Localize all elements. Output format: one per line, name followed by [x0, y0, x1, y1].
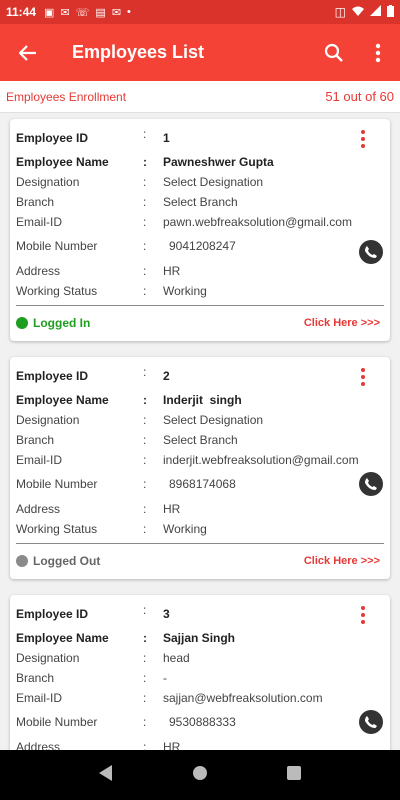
- arrow-back-icon: [19, 44, 36, 61]
- mobile-row: Mobile Number : 9530888333: [16, 715, 384, 729]
- mobile-value: 8968174068: [169, 477, 236, 491]
- branch-value: Select Branch: [163, 433, 238, 447]
- employee-name-value: Pawneshwer Gupta: [163, 155, 274, 169]
- employee-id-row: Employee ID : 1: [16, 127, 384, 145]
- phone-icon: [365, 716, 377, 728]
- nav-home-button[interactable]: [192, 765, 208, 786]
- nav-back-button[interactable]: [99, 764, 113, 786]
- click-here-link[interactable]: Click Here >>>: [304, 317, 380, 329]
- dot-icon: •: [127, 5, 131, 18]
- call-button[interactable]: [359, 710, 383, 734]
- phone-icon: [365, 246, 377, 258]
- email-value: pawn.webfreaksolution@gmail.com: [163, 215, 352, 229]
- nav-recents-button[interactable]: [286, 765, 301, 785]
- card-menu-button[interactable]: [356, 605, 370, 625]
- address-value: HR: [163, 502, 181, 516]
- vibrate-icon: ◫: [334, 5, 346, 19]
- status-dot-icon: [16, 555, 28, 567]
- enrollment-count: 51 out of 60: [325, 89, 394, 104]
- messenger-icon: ✉: [60, 6, 70, 19]
- mail-icon: ✉: [111, 6, 122, 19]
- employee-list: Employee ID : 1 Employee Name : Pawneshw…: [0, 113, 400, 750]
- working-status-value: Working: [163, 284, 207, 298]
- working-status-row: Working Status : Working: [16, 522, 384, 536]
- address-row: Address : HR: [16, 502, 384, 516]
- call-button[interactable]: [359, 472, 383, 496]
- employee-id-value: 2: [163, 369, 170, 383]
- employee-card[interactable]: Employee ID : 2 Employee Name : Inderjit…: [10, 357, 390, 579]
- employee-id-value: 1: [163, 131, 170, 145]
- sim-icon: ▤: [95, 6, 106, 19]
- status-bar: 11:44 ▣ ✉ ☏ ▤ ✉ • ◫: [0, 0, 400, 24]
- branch-value: Select Branch: [163, 195, 238, 209]
- home-circle-icon: [192, 765, 207, 780]
- employee-id-value: 3: [163, 607, 170, 621]
- enrollment-bar: Employees Enrollment 51 out of 60: [0, 81, 400, 113]
- back-triangle-icon: [99, 764, 113, 781]
- whatsapp-icon: ☏: [75, 6, 90, 19]
- card-menu-button[interactable]: [356, 367, 370, 387]
- designation-value: head: [163, 651, 190, 665]
- email-row: Email-ID : pawn.webfreaksolution@gmail.c…: [16, 215, 384, 229]
- employee-name-value: Sajjan Singh: [163, 631, 236, 645]
- search-icon: [324, 43, 343, 62]
- battery-icon: [387, 4, 394, 20]
- login-status: Logged In: [16, 316, 90, 330]
- more-vert-icon: [375, 43, 381, 62]
- branch-row: Branch : Select Branch: [16, 433, 384, 447]
- address-value: HR: [163, 740, 181, 750]
- signal-icon: [370, 5, 381, 19]
- branch-value: -: [163, 671, 167, 685]
- email-value: sajjan@webfreaksolution.com: [163, 691, 323, 705]
- mobile-value: 9530888333: [169, 715, 236, 729]
- click-here-link[interactable]: Click Here >>>: [304, 555, 380, 567]
- mobile-value: 9041208247: [169, 239, 236, 253]
- designation-row: Designation : head: [16, 651, 384, 665]
- email-value: inderjit.webfreaksolution@gmail.com: [163, 453, 359, 467]
- phone-icon: [365, 478, 377, 490]
- employee-name-row: Employee Name : Inderjit singh: [16, 393, 384, 407]
- email-row: Email-ID : sajjan@webfreaksolution.com: [16, 691, 384, 705]
- designation-row: Designation : Select Designation: [16, 175, 384, 189]
- call-button[interactable]: [359, 240, 383, 264]
- branch-row: Branch : Select Branch: [16, 195, 384, 209]
- designation-value: Select Designation: [163, 175, 264, 189]
- email-row: Email-ID : inderjit.webfreaksolution@gma…: [16, 453, 384, 467]
- branch-row: Branch : -: [16, 671, 384, 685]
- wifi-icon: [352, 5, 364, 19]
- status-time: 11:44: [6, 5, 37, 19]
- employee-name-value: Inderjit singh: [163, 393, 242, 407]
- working-status-row: Working Status : Working: [16, 284, 384, 298]
- address-value: HR: [163, 264, 181, 278]
- page-title: Employees List: [72, 42, 205, 62]
- mobile-row: Mobile Number : 8968174068: [16, 477, 384, 491]
- overflow-menu-button[interactable]: [356, 24, 400, 81]
- enrollment-label: Employees Enrollment: [6, 89, 127, 104]
- system-nav-bar: [0, 750, 400, 800]
- app-bar: Employees List: [0, 24, 400, 81]
- employee-card[interactable]: Employee ID : 1 Employee Name : Pawneshw…: [10, 119, 390, 341]
- status-dot-icon: [16, 317, 28, 329]
- recents-square-icon: [286, 765, 301, 780]
- address-row: Address : HR: [16, 740, 384, 750]
- employee-name-row: Employee Name : Sajjan Singh: [16, 631, 384, 645]
- login-status: Logged Out: [16, 554, 100, 568]
- card-divider: [16, 543, 384, 544]
- search-button[interactable]: [312, 24, 356, 81]
- employee-name-row: Employee Name : Pawneshwer Gupta: [16, 155, 384, 169]
- employee-card[interactable]: Employee ID : 3 Employee Name : Sajjan S…: [10, 595, 390, 750]
- designation-value: Select Designation: [163, 413, 264, 427]
- mobile-row: Mobile Number : 9041208247: [16, 239, 384, 253]
- employee-id-row: Employee ID : 3: [16, 603, 384, 621]
- working-status-value: Working: [163, 522, 207, 536]
- address-row: Address : HR: [16, 264, 384, 278]
- employee-id-row: Employee ID : 2: [16, 365, 384, 383]
- card-menu-button[interactable]: [356, 129, 370, 149]
- back-button[interactable]: [0, 24, 56, 81]
- notification-icon: ▣: [44, 6, 55, 19]
- designation-row: Designation : Select Designation: [16, 413, 384, 427]
- card-divider: [16, 305, 384, 306]
